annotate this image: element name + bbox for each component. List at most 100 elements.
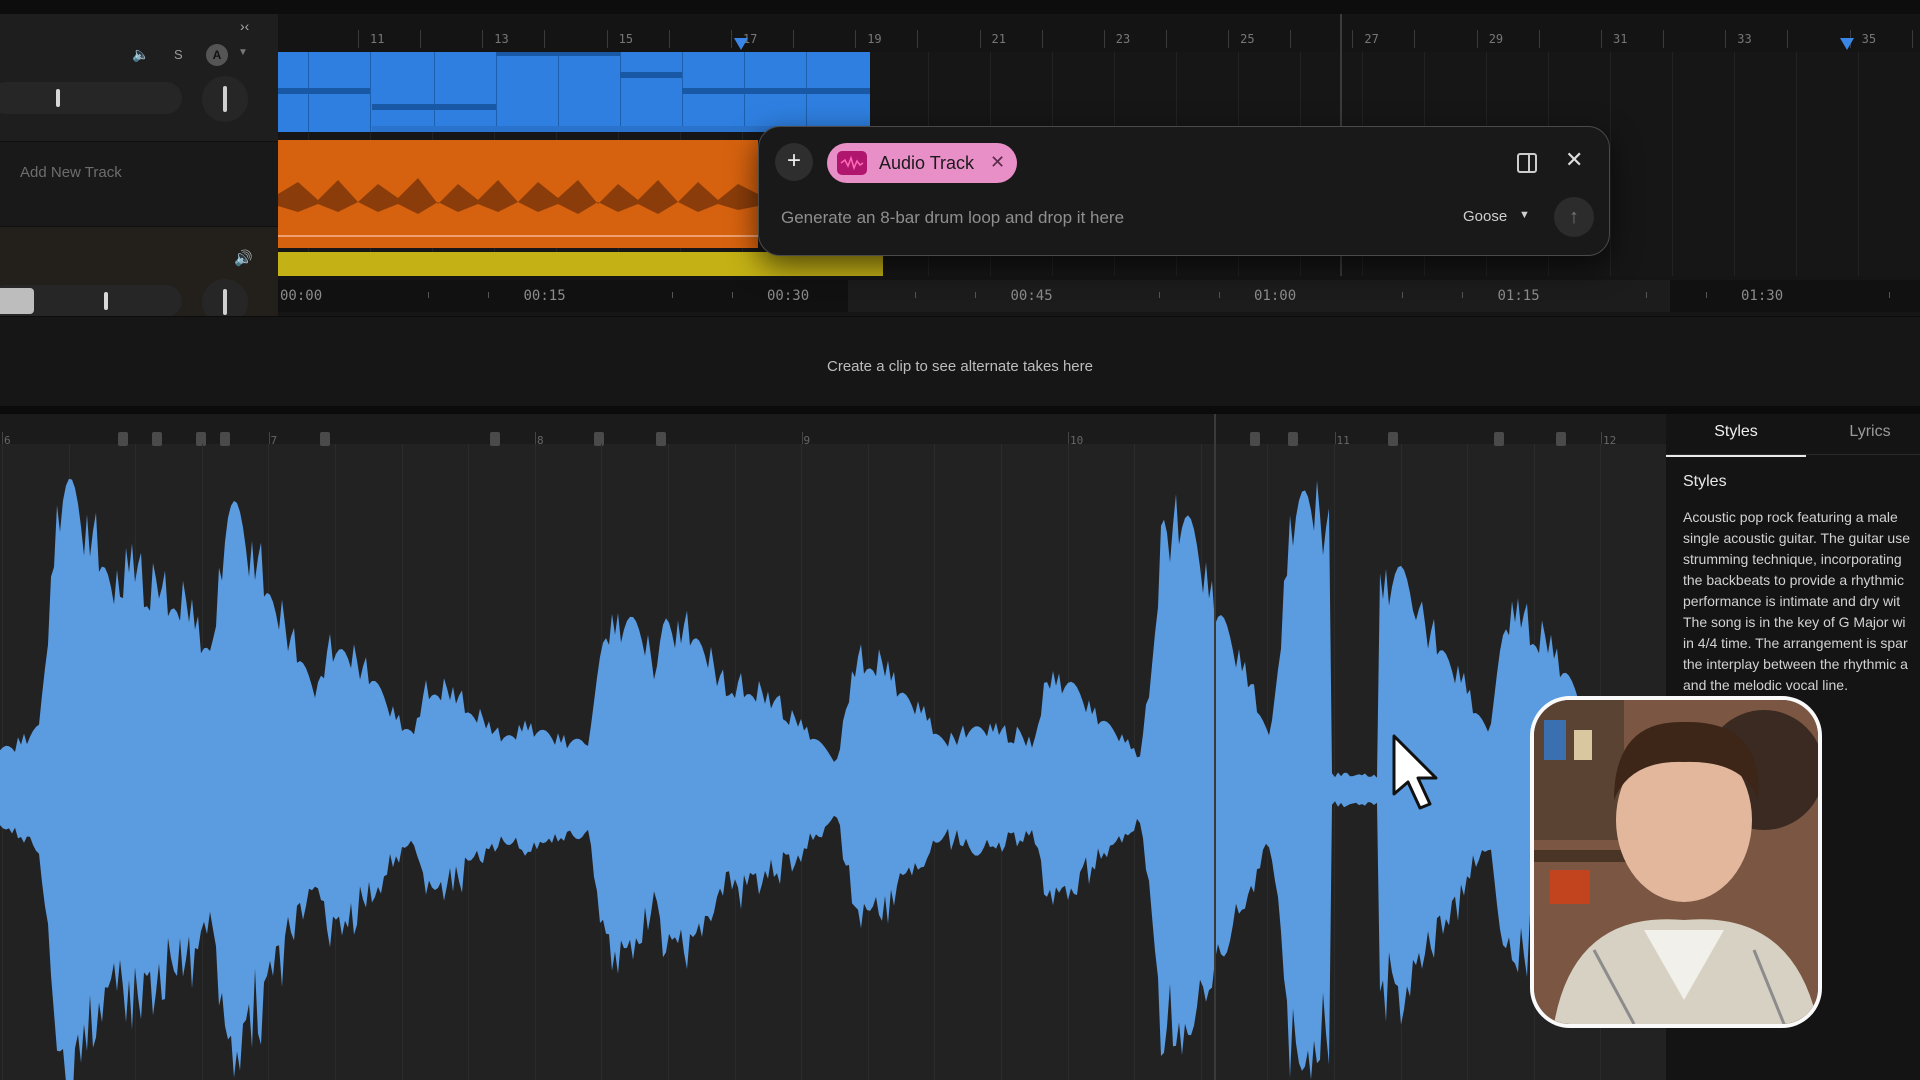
ruler-tick: [1290, 30, 1292, 48]
midi-clip-blue[interactable]: [278, 52, 870, 132]
time-label: 00:45: [1010, 288, 1053, 304]
send-button[interactable]: ↑: [1554, 197, 1594, 237]
loop-end-marker[interactable]: [1840, 38, 1854, 50]
loop-start-marker[interactable]: [734, 38, 748, 50]
add-track-button[interactable]: Add New Track: [20, 164, 122, 181]
bar-number: 35: [1861, 32, 1877, 46]
editor-ruler-tick: [801, 432, 803, 444]
time-tick: [1158, 292, 1160, 298]
model-selector[interactable]: Goose: [1463, 208, 1507, 225]
track-header-1[interactable]: 🔈 S A ▼: [0, 14, 278, 142]
bar-ruler[interactable]: 11 13 15 17 19 21 23 25 27 29 31 33 35: [278, 14, 1920, 53]
time-label: 01:30: [1741, 288, 1784, 304]
description-line: Acoustic pop rock featuring a male: [1683, 509, 1898, 525]
ruler-tick: [1103, 30, 1105, 48]
mute-icon[interactable]: 🔈: [132, 46, 149, 63]
top-bar: [0, 0, 1920, 14]
styles-description: Acoustic pop rock featuring a male singl…: [1683, 507, 1920, 693]
attachment-label: Audio Track: [879, 153, 975, 173]
time-tick: [915, 292, 916, 298]
editor-ruler-tick: [2, 432, 3, 444]
ai-prompt-panel: + Audio Track ✕ ✕ Goose ▼ ↑: [758, 126, 1610, 256]
ruler-tick: [1787, 30, 1789, 48]
editor-ruler-tick: [1601, 432, 1602, 444]
time-tick: [1645, 292, 1647, 298]
pan-knob[interactable]: [202, 76, 248, 122]
sidebar-toggle-icon[interactable]: [1517, 153, 1537, 173]
ruler-tick: [1663, 30, 1664, 48]
track-header-3[interactable]: 🔊: [0, 227, 278, 325]
bar-number: 27: [1364, 32, 1379, 46]
bar-number: 13: [494, 32, 509, 46]
bar-number: 19: [867, 32, 882, 46]
ruler-tick: [544, 30, 546, 48]
time-tick: [731, 292, 733, 298]
bar-number: 31: [1613, 32, 1628, 46]
bar-number: 29: [1488, 32, 1504, 46]
add-attachment-button[interactable]: +: [775, 143, 813, 181]
description-line: strumming technique, incorporating: [1683, 551, 1902, 567]
ruler-tick: [668, 30, 670, 48]
time-tick: [1889, 292, 1890, 298]
bar-number: 23: [1115, 32, 1131, 46]
chevron-down-icon[interactable]: ▼: [238, 47, 248, 58]
ruler-tick: [730, 30, 732, 48]
track-header-2: [0, 142, 278, 227]
editor-ruler[interactable]: 6 7 8 9 10 11 12: [0, 414, 1666, 447]
editor-playhead[interactable]: [1214, 414, 1216, 1080]
audio-track-icon: [837, 151, 867, 175]
ruler-tick: [1601, 30, 1602, 48]
time-tick: [428, 292, 429, 298]
tab-styles[interactable]: Styles: [1666, 414, 1806, 457]
time-label: 00:00: [280, 288, 323, 304]
time-label: 00:15: [523, 288, 566, 304]
editor-ruler-tick: [268, 432, 270, 444]
panel-divider[interactable]: [0, 406, 1920, 414]
ruler-tick: [792, 30, 794, 48]
attachment-chip[interactable]: Audio Track ✕: [827, 143, 1017, 183]
solo-button[interactable]: S: [174, 47, 183, 62]
pan-indicator: [223, 289, 227, 315]
description-line: the interplay between the rhythmic a: [1683, 656, 1908, 672]
ruler-tick: [1041, 30, 1043, 48]
remove-attachment-icon[interactable]: ✕: [990, 152, 1005, 173]
fader-handle[interactable]: [56, 89, 60, 107]
grid-line: [1858, 52, 1859, 276]
editor-ruler-tick: [1068, 432, 1069, 444]
time-tick: [1705, 292, 1707, 298]
description-line: in 4/4 time. The arrangement is spar: [1683, 635, 1908, 651]
collapse-panel-icon[interactable]: ›‹: [240, 18, 258, 34]
bar-number: 21: [991, 32, 1006, 46]
ruler-tick: [1476, 30, 1478, 48]
time-tick: [488, 292, 489, 298]
ruler-tick: [1725, 30, 1727, 48]
ruler-tick: [358, 30, 359, 48]
webcam-overlay: [1530, 696, 1822, 1028]
time-ruler[interactable]: 00:00 00:15 00:30 00:45 01:00 01:15 01:30: [278, 280, 1920, 312]
audio-clip-orange[interactable]: [278, 140, 758, 248]
time-label: 01:00: [1254, 288, 1297, 304]
arm-button[interactable]: A: [206, 44, 228, 66]
volume-fader-3[interactable]: [0, 285, 182, 317]
description-line: single acoustic guitar. The guitar use: [1683, 530, 1910, 546]
takes-empty-message: Create a clip to see alternate takes her…: [827, 358, 1093, 375]
description-line: The song is in the key of G Major wi: [1683, 614, 1906, 630]
time-tick: [1402, 292, 1403, 298]
description-line: performance is intimate and dry wit: [1683, 593, 1901, 609]
ruler-tick: [1911, 30, 1913, 48]
time-label: 00:30: [767, 288, 810, 304]
close-icon[interactable]: ✕: [1565, 147, 1583, 173]
bar-number: 11: [370, 32, 385, 46]
chevron-down-icon[interactable]: ▼: [1519, 209, 1530, 221]
time-tick: [975, 292, 976, 298]
grid-line: [1796, 52, 1797, 276]
fader-handle[interactable]: [104, 292, 108, 310]
prompt-input[interactable]: [779, 207, 1343, 229]
tab-lyrics[interactable]: Lyrics: [1820, 414, 1920, 454]
fader-level: [0, 288, 34, 314]
time-tick: [1218, 292, 1220, 298]
grid-line: [1610, 52, 1611, 276]
volume-fader[interactable]: [0, 82, 182, 114]
speaker-icon[interactable]: 🔊: [234, 249, 253, 267]
ruler-tick: [1228, 30, 1230, 48]
